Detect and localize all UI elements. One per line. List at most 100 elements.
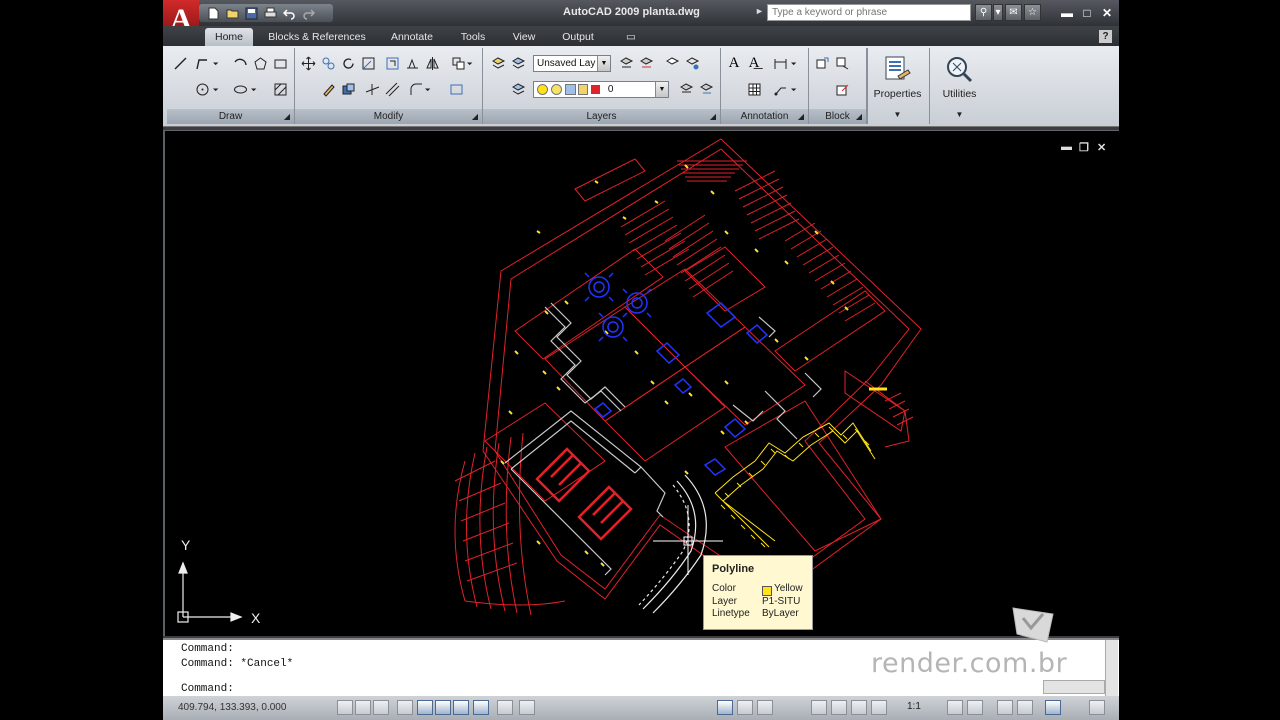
hatch-icon[interactable] bbox=[271, 80, 289, 98]
layer-walk-icon[interactable] bbox=[509, 80, 527, 98]
tab-home[interactable]: Home bbox=[205, 28, 253, 46]
ortho-mode-toggle[interactable] bbox=[373, 700, 389, 715]
layer-unisolate-icon[interactable] bbox=[683, 54, 701, 72]
communication-center-icon[interactable]: ✉ bbox=[1005, 4, 1022, 21]
model-space-button[interactable] bbox=[717, 700, 733, 715]
command-line-window[interactable]: Command: Command: *Cancel* Command: rend… bbox=[163, 607, 1119, 698]
maximize-button[interactable]: □ bbox=[1077, 5, 1097, 21]
layer-state-select[interactable]: Unsaved Lay ▼ bbox=[533, 55, 611, 72]
erase-icon[interactable] bbox=[319, 80, 337, 98]
fillet-dropdown-icon[interactable] bbox=[423, 80, 433, 98]
redo-icon[interactable] bbox=[300, 6, 317, 20]
array-dropdown-icon[interactable] bbox=[465, 54, 475, 72]
zoom-button[interactable] bbox=[831, 700, 847, 715]
command-scrollbar[interactable] bbox=[1105, 640, 1118, 698]
copy-icon[interactable] bbox=[319, 54, 337, 72]
layout-button[interactable] bbox=[737, 700, 753, 715]
layer-off-icon[interactable] bbox=[677, 80, 695, 98]
block-panel-title[interactable]: Block ◢ bbox=[809, 109, 866, 124]
utilities-button[interactable]: Utilities ▼ bbox=[929, 48, 989, 124]
snap-mode-toggle[interactable] bbox=[337, 700, 353, 715]
close-button[interactable]: ✕ bbox=[1097, 5, 1117, 21]
multiline-text-icon[interactable]: A bbox=[725, 54, 743, 72]
layers-panel-title[interactable]: Layers ◢ bbox=[483, 109, 720, 124]
linear-dimension-icon[interactable] bbox=[771, 54, 789, 72]
circle-icon[interactable] bbox=[193, 80, 211, 98]
create-block-icon[interactable] bbox=[833, 54, 851, 72]
object-snap-toggle[interactable] bbox=[417, 700, 433, 715]
layer-match-icon[interactable] bbox=[617, 54, 635, 72]
drawing-area[interactable]: ▬ ❐ ✕ Y X Polyline Color Yellow Layer P1… bbox=[163, 130, 1119, 636]
stretch-icon[interactable] bbox=[403, 54, 421, 72]
auto-scale-toggle[interactable] bbox=[967, 700, 983, 715]
viewport-close-button[interactable]: ✕ bbox=[1097, 141, 1106, 154]
polar-tracking-toggle[interactable] bbox=[397, 700, 413, 715]
multileader-icon[interactable] bbox=[771, 80, 789, 98]
quick-view-layouts-button[interactable] bbox=[757, 700, 773, 715]
open-folder-icon[interactable] bbox=[224, 6, 241, 20]
panel-expand-icon[interactable]: ◢ bbox=[472, 109, 478, 124]
viewport-restore-button[interactable]: ❐ bbox=[1079, 141, 1089, 154]
tab-output[interactable]: Output bbox=[555, 28, 601, 46]
lineweight-toggle[interactable] bbox=[497, 700, 513, 715]
layer-freeze-icon[interactable] bbox=[697, 80, 715, 98]
dynamic-ucs-toggle[interactable] bbox=[453, 700, 469, 715]
rectangle-icon[interactable] bbox=[271, 54, 289, 72]
save-icon[interactable] bbox=[243, 6, 260, 20]
panel-expand-icon[interactable]: ◢ bbox=[856, 109, 862, 124]
trim-icon[interactable] bbox=[383, 54, 401, 72]
minimize-button[interactable]: ▬ bbox=[1057, 5, 1077, 21]
favorites-star-icon[interactable]: ☆ bbox=[1024, 4, 1041, 21]
layer-states-icon[interactable] bbox=[509, 54, 527, 72]
steering-wheel-button[interactable] bbox=[851, 700, 867, 715]
annotation-visibility-toggle[interactable] bbox=[947, 700, 963, 715]
help-icon[interactable]: ? bbox=[1099, 30, 1112, 43]
modify-panel-title[interactable]: Modify ◢ bbox=[295, 109, 482, 124]
polyline-dropdown-icon[interactable] bbox=[211, 54, 221, 72]
search-icon[interactable]: ⚲ bbox=[975, 4, 992, 21]
annotation-scale[interactable]: 1:1 bbox=[907, 701, 921, 712]
ellipse-dropdown-icon[interactable] bbox=[249, 80, 259, 98]
properties-button[interactable]: Properties ▼ bbox=[867, 48, 927, 124]
command-horizontal-scrollbar[interactable] bbox=[1043, 680, 1105, 694]
layer-properties-icon[interactable] bbox=[489, 54, 507, 72]
layer-isolate-icon[interactable] bbox=[663, 54, 681, 72]
panel-expand-icon[interactable]: ◢ bbox=[284, 109, 290, 124]
search-dropdown-icon[interactable]: ▾ bbox=[993, 4, 1003, 21]
workspace-switching-gear-icon[interactable] bbox=[997, 700, 1013, 715]
tab-tools[interactable]: Tools bbox=[453, 28, 493, 46]
annotation-panel-title[interactable]: Annotation ◢ bbox=[721, 109, 808, 124]
rotate-icon[interactable] bbox=[339, 54, 357, 72]
circle-dropdown-icon[interactable] bbox=[211, 80, 221, 98]
command-prompt-input[interactable]: Command: bbox=[181, 683, 234, 695]
layer-previous-icon[interactable] bbox=[637, 54, 655, 72]
extend-icon[interactable] bbox=[363, 80, 381, 98]
show-motion-button[interactable] bbox=[871, 700, 887, 715]
mirror-icon[interactable] bbox=[423, 54, 441, 72]
status-menu-button[interactable] bbox=[1089, 700, 1105, 715]
line-icon[interactable] bbox=[171, 54, 189, 72]
current-layer-select[interactable]: 0 ▼ bbox=[533, 81, 669, 98]
break-icon[interactable] bbox=[447, 80, 465, 98]
print-icon[interactable] bbox=[262, 6, 279, 20]
scale-icon[interactable] bbox=[359, 54, 377, 72]
panel-expand-icon[interactable]: ◢ bbox=[710, 109, 716, 124]
draw-panel-title[interactable]: Draw ◢ bbox=[167, 109, 294, 124]
toolbar-lock-icon[interactable] bbox=[1017, 700, 1033, 715]
tab-blocks-references[interactable]: Blocks & References bbox=[263, 28, 371, 46]
dimension-dropdown-icon[interactable] bbox=[789, 54, 799, 72]
ribbon-minimize-icon[interactable]: ▭ bbox=[621, 28, 641, 46]
grid-display-toggle[interactable] bbox=[355, 700, 371, 715]
polyline-icon[interactable] bbox=[193, 54, 211, 72]
undo-icon[interactable] bbox=[281, 6, 298, 20]
table-icon[interactable] bbox=[745, 80, 763, 98]
arc-icon[interactable] bbox=[231, 54, 249, 72]
tab-view[interactable]: View bbox=[505, 28, 543, 46]
move-icon[interactable] bbox=[299, 54, 317, 72]
search-input[interactable] bbox=[767, 4, 971, 21]
explode-icon[interactable] bbox=[339, 80, 357, 98]
quick-properties-toggle[interactable] bbox=[519, 700, 535, 715]
dynamic-input-toggle[interactable] bbox=[473, 700, 489, 715]
pan-button[interactable] bbox=[811, 700, 827, 715]
tab-annotate[interactable]: Annotate bbox=[385, 28, 439, 46]
